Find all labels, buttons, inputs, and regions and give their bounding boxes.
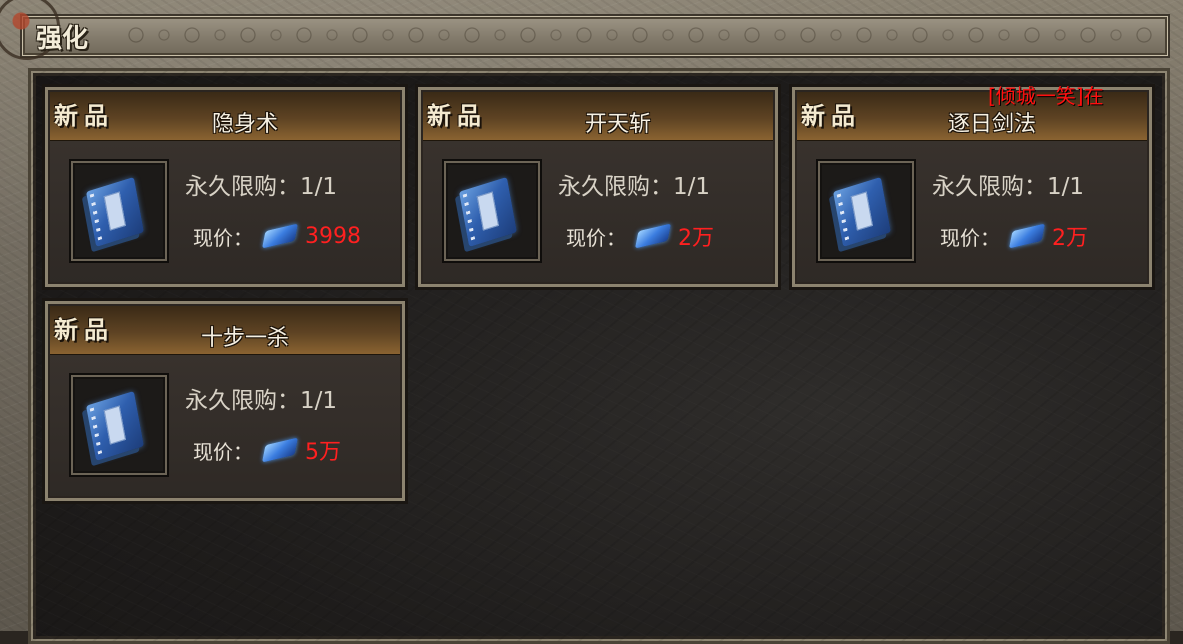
new-item-tag: 新品 bbox=[801, 101, 861, 130]
price-label: 现价： bbox=[940, 225, 1000, 250]
item-name: 开天斩 bbox=[584, 112, 651, 137]
new-item-tag: 新品 bbox=[54, 315, 114, 344]
diamond-gem-icon bbox=[261, 223, 299, 249]
price-label: 现价： bbox=[566, 225, 626, 250]
title-ornament bbox=[122, 22, 1158, 48]
window-title: 强化 bbox=[36, 24, 89, 54]
diamond-gem-icon bbox=[261, 437, 299, 463]
diamond-gem-icon bbox=[634, 223, 672, 249]
skill-book-icon bbox=[459, 177, 517, 247]
purchase-limit: 永久限购：1/1 bbox=[558, 174, 711, 200]
card-header: 新品 十步一杀 bbox=[50, 306, 400, 355]
item-icon-slot[interactable] bbox=[69, 159, 169, 263]
shop-item-card[interactable]: 新品 开天斩 永久限购：1/1 现价： 2万 bbox=[415, 84, 781, 290]
item-name: 十步一杀 bbox=[200, 326, 289, 351]
price-value: 3998 bbox=[305, 223, 361, 249]
price-row: 现价： 2万 bbox=[566, 221, 714, 251]
item-icon-slot[interactable] bbox=[69, 373, 169, 477]
purchase-limit: 永久限购：1/1 bbox=[932, 174, 1085, 200]
card-header: 新品 隐身术 bbox=[50, 92, 400, 141]
price-value: 2万 bbox=[678, 226, 714, 251]
shop-item-card[interactable]: 新品 逐日剑法 永久限购：1/1 现价： 2万 bbox=[789, 84, 1155, 290]
card-header: 新品 开天斩 bbox=[423, 92, 773, 141]
item-icon-slot[interactable] bbox=[816, 159, 916, 263]
purchase-limit: 永久限购：1/1 bbox=[185, 388, 338, 414]
price-value: 5万 bbox=[305, 440, 341, 465]
skill-book-icon bbox=[86, 391, 144, 461]
item-name: 逐日剑法 bbox=[947, 112, 1036, 137]
price-row: 现价： 5万 bbox=[193, 435, 341, 465]
title-bar bbox=[20, 14, 1170, 58]
price-row: 现价： 2万 bbox=[940, 221, 1088, 251]
shop-item-card[interactable]: 新品 隐身术 永久限购：1/1 现价： 3998 bbox=[42, 84, 408, 290]
skill-book-icon bbox=[86, 177, 144, 247]
skill-book-icon bbox=[833, 177, 891, 247]
purchase-limit: 永久限购：1/1 bbox=[185, 174, 338, 200]
shop-item-card[interactable]: 新品 十步一杀 永久限购：1/1 现价： 5万 bbox=[42, 298, 408, 504]
item-name: 隐身术 bbox=[211, 112, 278, 137]
price-value: 2万 bbox=[1052, 226, 1088, 251]
diamond-gem-icon bbox=[1008, 223, 1046, 249]
price-label: 现价： bbox=[193, 439, 253, 464]
new-item-tag: 新品 bbox=[427, 101, 487, 130]
chat-message: [倾城一笑]在 bbox=[988, 84, 1104, 108]
price-label: 现价： bbox=[193, 225, 253, 250]
price-row: 现价： 3998 bbox=[193, 221, 361, 251]
item-icon-slot[interactable] bbox=[442, 159, 542, 263]
new-item-tag: 新品 bbox=[54, 101, 114, 130]
